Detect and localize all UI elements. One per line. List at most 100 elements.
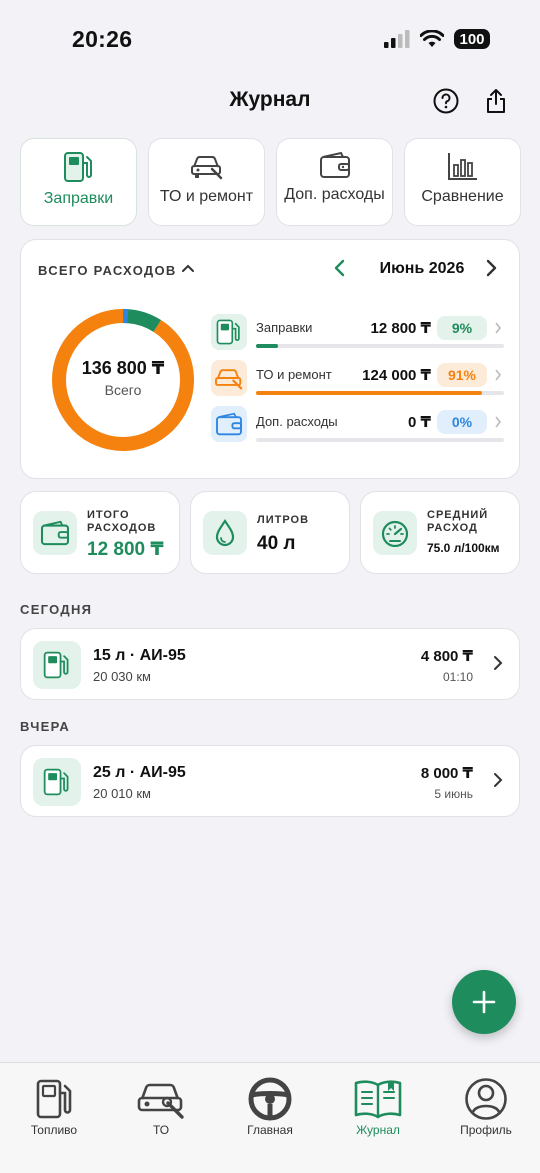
list-item[interactable]: 15 л · АИ-95 20 030 км 4 800 ₸ 01:10 xyxy=(20,628,520,700)
month-label: Июнь 2026 xyxy=(379,260,465,277)
stat-icon xyxy=(373,511,417,555)
tab-profile[interactable]: Профиль xyxy=(441,1077,531,1137)
tab-label: Топливо xyxy=(30,1123,78,1137)
profile-icon xyxy=(465,1078,507,1120)
status-time: 20:26 xyxy=(72,26,133,52)
row-label: Заправки xyxy=(256,320,313,335)
entry-odometer: 20 030 км xyxy=(93,669,151,684)
wifi-icon xyxy=(420,30,444,47)
row-amount: 0 ₸ xyxy=(408,414,431,431)
wallet-icon xyxy=(319,151,350,178)
fuel-pump-icon xyxy=(216,319,240,345)
entry-icon xyxy=(33,758,81,806)
donut-total-value: 136 800 ₸ xyxy=(81,358,165,378)
stat-total-expenses: ИТОГО РАСХОДОВ 12 800 ₸ xyxy=(20,491,180,574)
prev-month-button[interactable] xyxy=(333,259,347,277)
steering-wheel-icon xyxy=(248,1077,292,1121)
fuel-pump-icon xyxy=(43,768,69,796)
category-service[interactable]: ТО и ремонт xyxy=(148,138,265,226)
stat-avg-consumption: СРЕДНИЙ РАСХОД 75.0 л/100км xyxy=(360,491,520,574)
category-label: Сравнение xyxy=(421,188,504,205)
bar-chart-icon xyxy=(447,153,477,180)
wallet-icon xyxy=(216,412,242,436)
entry-time: 5 июнь xyxy=(434,787,473,801)
tab-label: Журнал xyxy=(356,1123,400,1137)
tab-label: Профиль xyxy=(460,1123,512,1137)
wallet-icon xyxy=(40,520,70,546)
section-title-yesterday: ВЧЕРА xyxy=(20,719,71,734)
category-compare[interactable]: Сравнение xyxy=(404,138,521,226)
car-repair-icon xyxy=(215,369,243,390)
tab-home[interactable]: Главная xyxy=(225,1077,315,1137)
help-button[interactable] xyxy=(431,86,461,116)
row-percent-badge: 0% xyxy=(437,410,487,434)
stat-label: СРЕДНИЙ РАСХОД xyxy=(427,509,489,534)
journal-book-icon xyxy=(354,1080,402,1119)
tab-bar: Топливо ТО Главная Журнал Профиль xyxy=(0,1062,540,1173)
chevron-up-icon[interactable] xyxy=(181,263,195,273)
entry-odometer: 20 010 км xyxy=(93,786,151,801)
stat-value: 75.0 л/100км xyxy=(427,541,500,555)
donut-slice-service xyxy=(52,309,194,451)
chevron-right-icon[interactable] xyxy=(494,369,502,381)
row-percent-badge: 9% xyxy=(437,316,487,340)
car-repair-icon xyxy=(190,156,222,180)
fuel-pump-icon xyxy=(43,651,69,679)
drop-icon xyxy=(215,519,235,547)
row-label: Доп. расходы xyxy=(256,414,338,429)
row-amount: 124 000 ₸ xyxy=(362,367,431,384)
summary-header: ВСЕГО РАСХОДОВ xyxy=(38,263,177,278)
tab-label: Главная xyxy=(247,1123,293,1137)
entry-amount: 4 800 ₸ xyxy=(420,648,473,665)
tab-fuel[interactable]: Топливо xyxy=(9,1077,99,1137)
help-icon xyxy=(433,88,459,114)
donut-total-label: Всего xyxy=(104,382,142,398)
summary-card: ВСЕГО РАСХОДОВ Июнь 2026 136 800 ₸ Всего xyxy=(20,239,520,479)
tab-journal[interactable]: Журнал xyxy=(333,1077,423,1137)
category-label: ТО и ремонт xyxy=(159,188,254,205)
row-icon-service xyxy=(211,360,247,396)
signal-icon xyxy=(384,30,410,48)
fuel-pump-icon xyxy=(63,152,92,182)
row-label: ТО и ремонт xyxy=(256,367,332,382)
chevron-right-icon[interactable] xyxy=(494,416,502,428)
row-progress xyxy=(256,438,504,442)
category-fuel[interactable]: Заправки xyxy=(20,138,137,226)
entry-title: 15 л · АИ-95 xyxy=(93,647,186,664)
category-label: Заправки xyxy=(43,190,114,207)
entry-amount: 8 000 ₸ xyxy=(420,765,473,782)
chevron-right-icon xyxy=(494,773,503,787)
add-entry-button[interactable] xyxy=(452,970,516,1034)
stat-value: 40 л xyxy=(257,533,296,554)
stat-label: ИТОГО РАСХОДОВ xyxy=(87,509,157,534)
category-label: Доп. расходы xyxy=(284,186,385,203)
plus-icon xyxy=(472,990,496,1014)
row-amount: 12 800 ₸ xyxy=(370,320,431,337)
row-icon-fuel xyxy=(211,314,247,350)
list-item[interactable]: 25 л · АИ-95 20 010 км 8 000 ₸ 5 июнь xyxy=(20,745,520,817)
stat-icon xyxy=(33,511,77,555)
stat-value: 12 800 ₸ xyxy=(87,539,164,560)
next-month-button[interactable] xyxy=(484,259,498,277)
stat-label: ЛИТРОВ xyxy=(257,514,310,526)
status-icons: 100 xyxy=(384,29,490,49)
row-percent-badge: 91% xyxy=(437,363,487,387)
car-repair-icon xyxy=(137,1083,184,1119)
chevron-right-icon[interactable] xyxy=(494,322,502,334)
battery-indicator: 100 xyxy=(454,29,490,49)
entry-time: 01:10 xyxy=(442,670,473,684)
entry-title: 25 л · АИ-95 xyxy=(93,764,186,781)
row-progress xyxy=(256,391,504,395)
chevron-right-icon xyxy=(494,656,503,670)
share-icon xyxy=(487,89,505,113)
tab-service[interactable]: ТО xyxy=(116,1077,206,1137)
expense-donut-chart xyxy=(52,309,194,451)
stat-icon xyxy=(203,511,247,555)
entry-icon xyxy=(33,641,81,689)
share-button[interactable] xyxy=(481,86,511,116)
category-extra[interactable]: Доп. расходы xyxy=(276,138,393,226)
row-icon-extra xyxy=(211,406,247,442)
speedometer-icon xyxy=(381,520,409,547)
section-title-today: СЕГОДНЯ xyxy=(20,602,93,617)
stat-liters: ЛИТРОВ 40 л xyxy=(190,491,350,574)
